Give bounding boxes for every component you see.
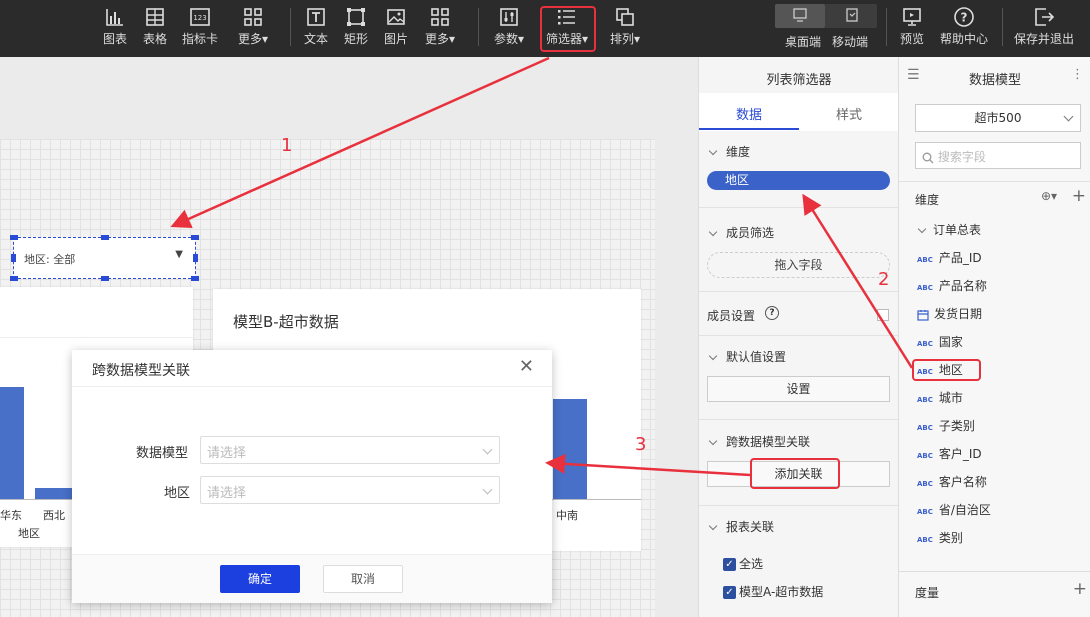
annotation-arrow bbox=[545, 453, 751, 477]
annotation-number: 1 bbox=[281, 135, 293, 156]
annotation-arrows bbox=[170, 56, 914, 477]
annotation-number: 3 bbox=[635, 434, 647, 455]
annotation-arrow bbox=[170, 56, 550, 229]
annotation-arrow bbox=[802, 193, 914, 369]
annotation-number: 2 bbox=[878, 269, 890, 290]
